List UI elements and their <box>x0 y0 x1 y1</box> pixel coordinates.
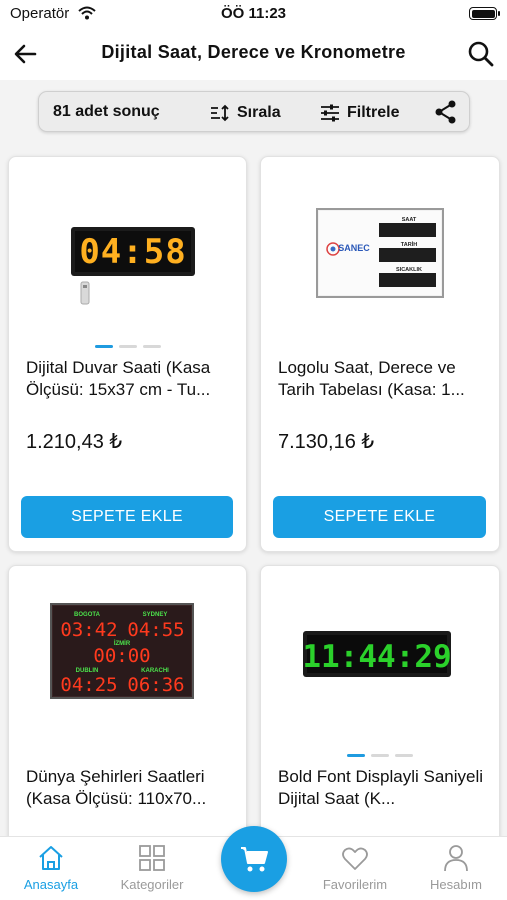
product-image-info-board[interactable]: SANEC SAAT TARİH SICAKLIK <box>261 157 500 317</box>
city-time-5: 06:36 <box>127 674 184 696</box>
image-pager[interactable] <box>9 345 246 348</box>
product-card[interactable]: 04:58 Dijital Duvar Saati (Kasa Ölçüsü: … <box>8 156 247 552</box>
tab-label: Kategoriler <box>120 877 184 892</box>
share-icon[interactable] <box>433 99 459 125</box>
tab-label: Favorilerim <box>322 877 388 892</box>
add-to-cart-button[interactable]: SEPETE EKLE <box>273 496 486 538</box>
product-image-world-clock[interactable]: BOGOTA SYDNEY 03:42 04:55 İZMİR 00:00 DU… <box>9 566 247 726</box>
grid-icon <box>139 845 165 871</box>
sort-label: Sırala <box>237 104 281 121</box>
filter-label: Filtrele <box>347 104 400 121</box>
heart-icon <box>342 847 368 870</box>
tab-categories[interactable]: Kategoriler <box>102 843 202 892</box>
city-label-2: SYDNEY <box>143 612 168 618</box>
sort-icon <box>211 104 229 122</box>
screen: Operatör ÖÖ 11:23 Dijital Saat, Derece v… <box>0 0 507 900</box>
pager-dot[interactable] <box>94 345 113 348</box>
back-arrow-icon[interactable] <box>10 38 42 70</box>
tab-label: Anasayfa <box>23 877 79 892</box>
sort-button[interactable]: Sırala <box>209 100 281 126</box>
status-time: ÖÖ 11:23 <box>220 5 287 22</box>
led-display-text: 11:44:29 <box>302 639 451 675</box>
shopping-cart-icon <box>241 847 268 872</box>
tab-favorites[interactable]: Favorilerim <box>305 843 405 892</box>
city-time-4: 04:25 <box>60 674 117 696</box>
product-image-led-clock[interactable]: 04:58 <box>9 157 247 317</box>
product-card[interactable]: 11:44:29 Bold Font Displayli Saniyeli Di… <box>260 565 500 865</box>
product-name[interactable]: Bold Font Displayli Saniyeli Dijital Saa… <box>278 766 485 810</box>
image-pager[interactable] <box>261 754 499 757</box>
filter-button[interactable]: Filtrele <box>319 100 399 126</box>
page-title: Dijital Saat, Derece ve Kronometre <box>101 42 406 62</box>
battery-icon <box>469 7 500 20</box>
product-price: 7.130,16 ₺ <box>278 431 375 453</box>
board-label-date: TARİH <box>401 241 417 248</box>
product-card[interactable]: SANEC SAAT TARİH SICAKLIK Logolu Saat, D… <box>260 156 500 552</box>
result-toolbar: 81 adet sonuç Sırala Filtrele <box>38 91 470 132</box>
pager-dot[interactable] <box>142 345 161 348</box>
pager-dot[interactable] <box>371 754 389 757</box>
product-name[interactable]: Logolu Saat, Derece ve Tarih Tabelası (K… <box>278 357 485 401</box>
tab-account[interactable]: Hesabım <box>406 843 506 892</box>
product-image-green-led-clock[interactable]: 11:44:29 <box>261 566 500 726</box>
product-card[interactable]: BOGOTA SYDNEY 03:42 04:55 İZMİR 00:00 DU… <box>8 565 247 865</box>
pager-dot[interactable] <box>118 345 137 348</box>
city-label-1: BOGOTA <box>74 612 101 618</box>
status-bar: Operatör ÖÖ 11:23 <box>0 0 507 28</box>
pager-dot[interactable] <box>395 754 413 757</box>
user-icon <box>444 845 468 872</box>
search-icon[interactable] <box>465 38 497 70</box>
city-time-3: 00:00 <box>93 645 150 667</box>
result-count: 81 adet sonuç <box>53 103 160 120</box>
city-time-2: 04:55 <box>127 619 184 641</box>
cart-button[interactable] <box>221 826 287 892</box>
city-time-1: 03:42 <box>60 619 117 641</box>
tab-label: Hesabım <box>429 877 483 892</box>
tab-home[interactable]: Anasayfa <box>1 843 101 892</box>
board-label-temperature: SICAKLIK <box>396 267 422 273</box>
product-name[interactable]: Dünya Şehirleri Saatleri (Kasa Ölçüsü: 1… <box>26 766 232 810</box>
nav-bar: Dijital Saat, Derece ve Kronometre <box>0 28 507 80</box>
pager-dot[interactable] <box>347 754 365 757</box>
board-brand: SANEC <box>338 243 370 253</box>
board-label-time: SAAT <box>402 217 417 223</box>
product-price: 1.210,43 ₺ <box>26 431 123 453</box>
home-icon <box>39 846 63 870</box>
product-name[interactable]: Dijital Duvar Saati (Kasa Ölçüsü: 15x37 … <box>26 357 232 401</box>
filter-sliders-icon <box>321 104 339 122</box>
add-to-cart-button[interactable]: SEPETE EKLE <box>21 496 233 538</box>
led-display-text: 04:58 <box>79 232 186 272</box>
